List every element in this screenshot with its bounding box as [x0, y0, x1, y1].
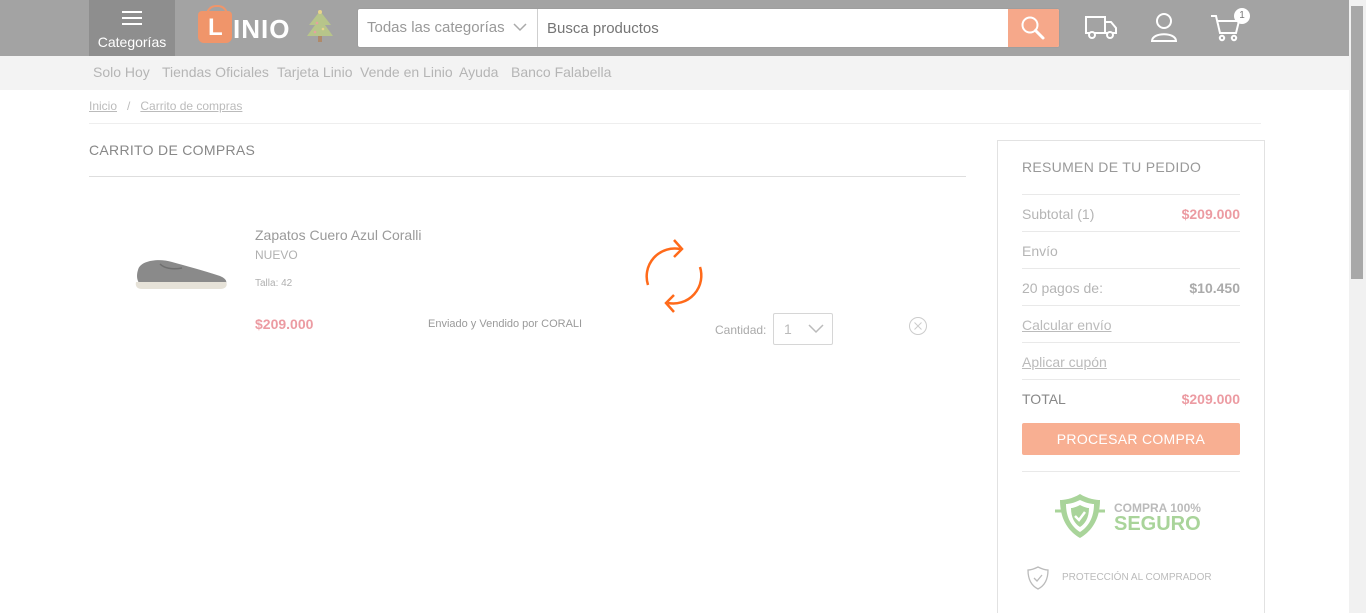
order-summary: RESUMEN DE TU PEDIDO Subtotal (1) $209.0…: [997, 140, 1265, 613]
christmas-tree-icon: [307, 10, 333, 42]
breadcrumb: Inicio / Carrito de compras: [89, 99, 243, 113]
product-size: Talla: 42: [255, 278, 293, 289]
nav-tarjeta-linio[interactable]: Tarjeta Linio: [277, 64, 353, 80]
installments-value: $10.450: [1189, 280, 1240, 296]
total-row: TOTAL $209.000: [1022, 379, 1240, 416]
shipping-row: Envío: [1022, 231, 1240, 268]
nav-ayuda[interactable]: Ayuda: [459, 64, 498, 80]
chevron-down-icon: [513, 23, 527, 32]
shield-check-icon: [1055, 494, 1105, 538]
menu-icon: [122, 11, 142, 25]
product-condition: NUEVO: [255, 248, 298, 262]
buyer-protection[interactable]: PROTECCIÓN AL COMPRADOR: [1026, 565, 1212, 596]
logo-text: INIO: [233, 14, 291, 44]
truck-icon[interactable]: [1084, 13, 1118, 41]
calc-shipping-row: Calcular envío: [1022, 305, 1240, 342]
breadcrumb-home[interactable]: Inicio: [89, 99, 117, 113]
search-input[interactable]: [539, 9, 1009, 47]
divider: [89, 176, 966, 177]
scrollbar-thumb[interactable]: [1351, 6, 1363, 279]
secure-purchase-badge: COMPRA 100% SEGURO: [1054, 491, 1214, 541]
product-name[interactable]: Zapatos Cuero Azul Coralli: [255, 227, 422, 243]
quantity-label: Cantidad:: [715, 323, 767, 337]
protection-label: PROTECCIÓN AL COMPRADOR: [1062, 572, 1212, 583]
search-icon: [1021, 16, 1045, 40]
top-header: Categorías L INIO Todas las categorías B…: [0, 0, 1349, 56]
shield-icon: [1027, 566, 1049, 590]
breadcrumb-cart[interactable]: Carrito de compras: [140, 99, 242, 113]
coupon-row: Aplicar cupón: [1022, 342, 1240, 379]
shipping-label: Envío: [1022, 243, 1058, 259]
divider: [89, 123, 1261, 124]
divider: [1022, 471, 1240, 472]
nav-solo-hoy[interactable]: Solo Hoy: [93, 64, 150, 80]
cart-title: CARRITO DE COMPRAS: [89, 142, 256, 158]
product-seller: Enviado y Vendido por CORALI: [428, 318, 583, 330]
category-select[interactable]: Todas las categorías: [358, 9, 538, 47]
secure-line2: SEGURO: [1114, 513, 1201, 535]
subtotal-row: Subtotal (1) $209.000: [1022, 194, 1240, 231]
nav-vende-en-linio[interactable]: Vende en Linio: [360, 64, 453, 80]
installments-label: 20 pagos de:: [1022, 280, 1103, 296]
loading-spinner-icon: [645, 239, 703, 313]
categories-button[interactable]: Categorías: [89, 0, 175, 56]
user-icon[interactable]: [1150, 11, 1178, 43]
nav-tiendas-oficiales[interactable]: Tiendas Oficiales: [162, 64, 269, 80]
installments-row: 20 pagos de: $10.450: [1022, 268, 1240, 305]
total-value: $209.000: [1181, 391, 1240, 407]
search-button[interactable]: [1008, 9, 1059, 47]
page-scrollbar[interactable]: [1349, 0, 1366, 613]
product-price: $209.000: [255, 316, 314, 332]
calc-shipping-link[interactable]: Calcular envío: [1022, 317, 1112, 333]
linio-logo[interactable]: L INIO: [198, 5, 338, 48]
chevron-down-icon: [808, 324, 824, 334]
cart-count-badge: 1: [1234, 8, 1250, 24]
remove-item-icon[interactable]: [908, 316, 928, 336]
total-label: TOTAL: [1022, 391, 1066, 407]
nav-bar: Solo Hoy Tiendas Oficiales Tarjeta Linio…: [0, 56, 1349, 90]
apply-coupon-link[interactable]: Aplicar cupón: [1022, 354, 1107, 370]
summary-title: RESUMEN DE TU PEDIDO: [1022, 159, 1202, 175]
process-purchase-button[interactable]: PROCESAR COMPRA: [1022, 423, 1240, 455]
categories-label: Categorías: [97, 34, 167, 50]
subtotal-value: $209.000: [1181, 206, 1240, 222]
subtotal-label: Subtotal (1): [1022, 206, 1095, 222]
quantity-select[interactable]: 1: [773, 313, 833, 345]
product-image[interactable]: [132, 252, 230, 292]
nav-banco-falabella[interactable]: Banco Falabella: [511, 64, 611, 80]
search-bar: Todas las categorías: [357, 8, 1060, 48]
